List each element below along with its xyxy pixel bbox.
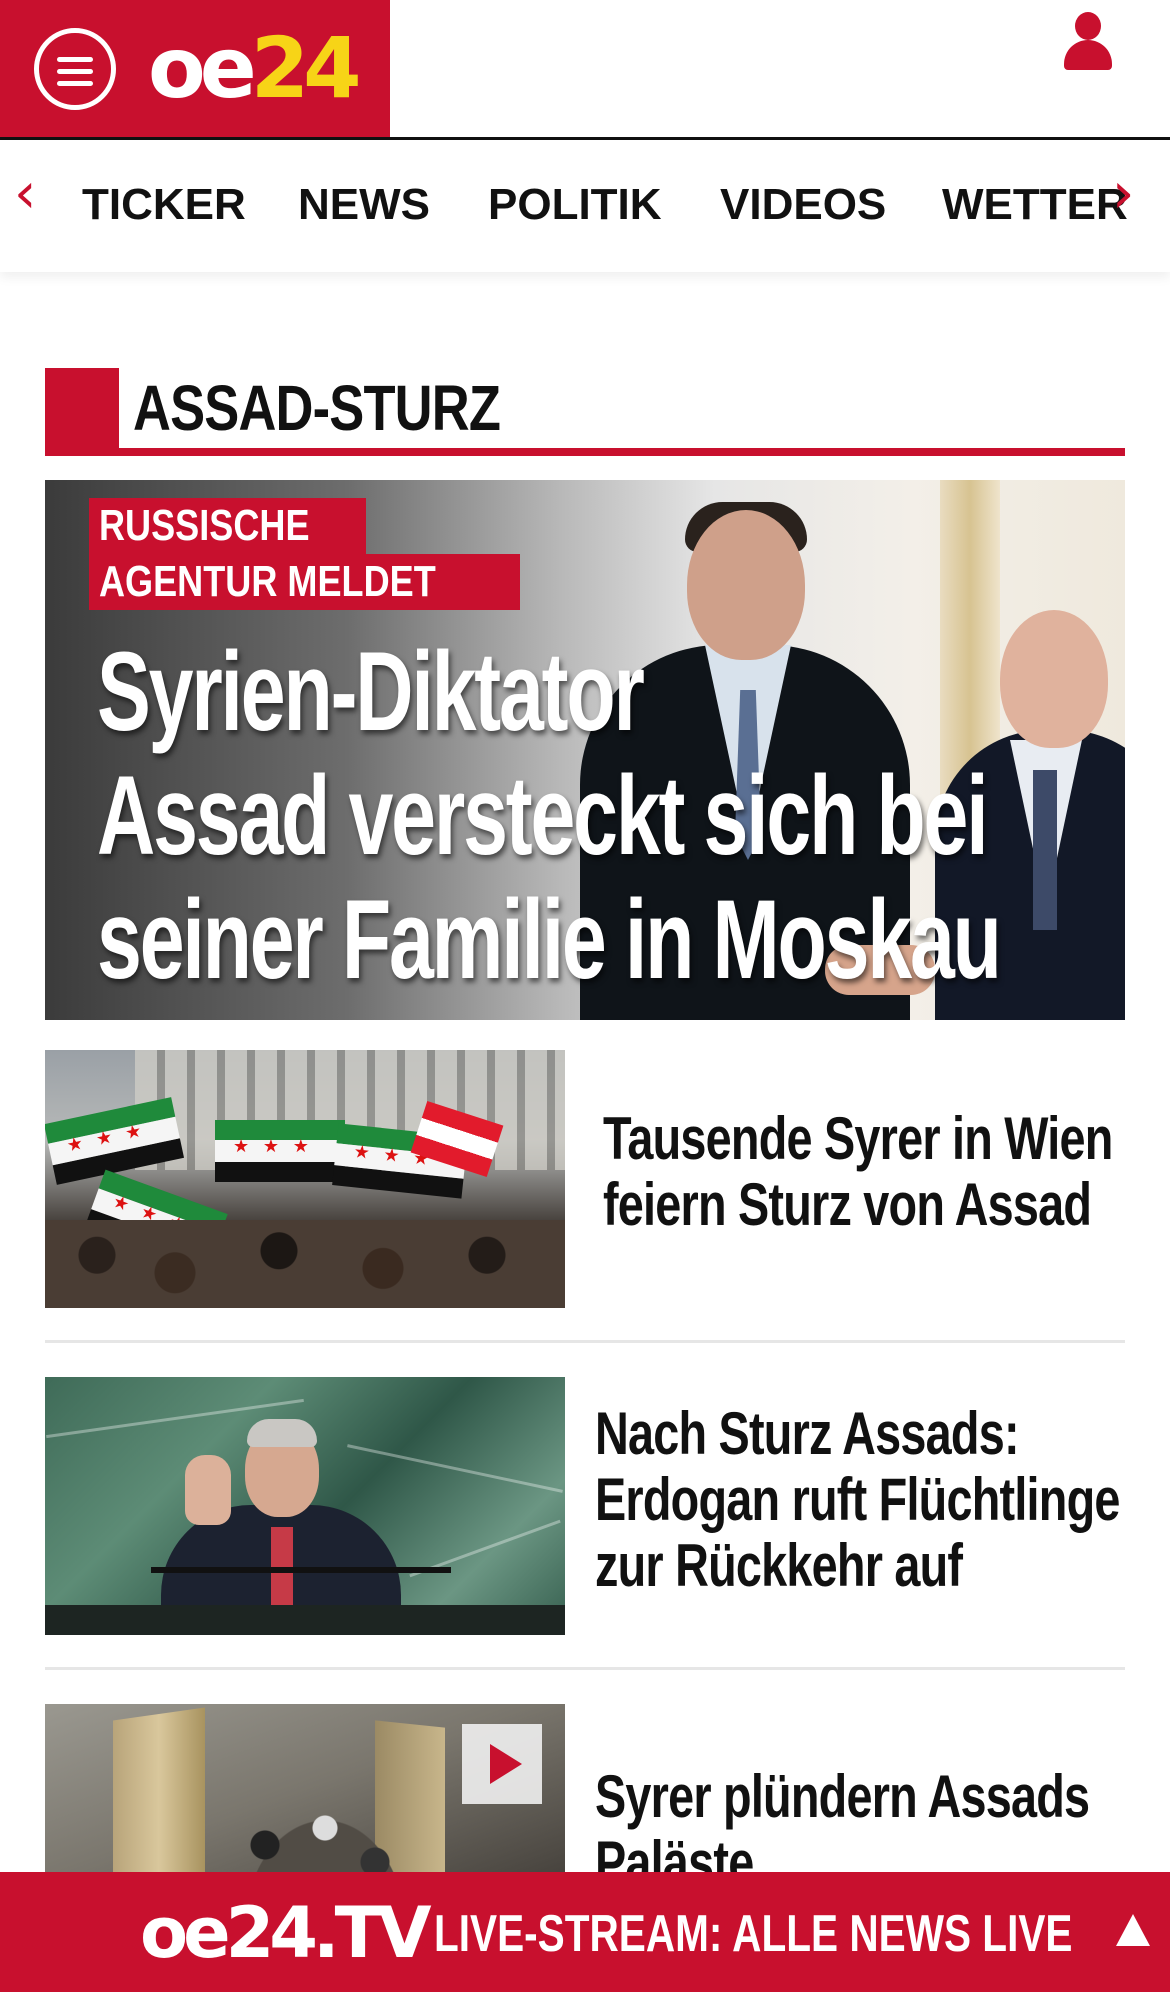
tv-logo: oe24.TV bbox=[140, 1892, 431, 1974]
article-title-line: Syrer plündern Assads bbox=[595, 1763, 1090, 1830]
thumbnail-flag bbox=[215, 1120, 345, 1182]
thumbnail-desk bbox=[45, 1605, 565, 1635]
live-stream-text: LIVE-STREAM: ALLE NEWS LIVE bbox=[434, 1905, 1073, 1963]
article-title[interactable]: Nach Sturz Assads: Erdogan ruft Flüchtli… bbox=[595, 1401, 1125, 1599]
section-title[interactable]: ASSAD-STURZ bbox=[133, 372, 501, 444]
kicker-line: AGENTUR MELDET bbox=[89, 554, 520, 610]
article-title-line: zur Rückkehr auf bbox=[595, 1532, 963, 1599]
play-icon[interactable] bbox=[462, 1724, 542, 1804]
article-title-line: Tausende Syrer in Wien bbox=[603, 1105, 1113, 1172]
tab-videos[interactable]: VIDEOS bbox=[720, 180, 886, 230]
article-thumbnail[interactable] bbox=[45, 1050, 565, 1308]
section-heading: ASSAD-STURZ bbox=[45, 368, 1125, 456]
logo-24: 24 bbox=[250, 19, 362, 117]
arrow-up-icon[interactable] bbox=[1116, 1914, 1150, 1946]
article-title[interactable]: Tausende Syrer in Wien feiern Sturz von … bbox=[603, 1106, 1133, 1238]
article-title-line: Erdogan ruft Flüchtlinge bbox=[595, 1466, 1120, 1533]
divider bbox=[45, 1340, 1125, 1343]
section-underline bbox=[45, 448, 1125, 456]
thumbnail-flag bbox=[45, 1097, 185, 1185]
menu-bar bbox=[57, 57, 93, 62]
article-item[interactable]: Nach Sturz Assads: Erdogan ruft Flüchtli… bbox=[45, 1377, 1125, 1635]
thumbnail-hair bbox=[247, 1419, 317, 1447]
hero-headline[interactable]: Syrien-Diktator Assad versteckt sich bei… bbox=[97, 630, 1097, 1002]
tab-politik[interactable]: POLITIK bbox=[488, 180, 662, 230]
hamburger-menu-icon[interactable] bbox=[34, 28, 116, 110]
chevron-left-icon[interactable]: ‹ bbox=[14, 164, 36, 224]
kicker-text: AGENTUR MELDET bbox=[99, 557, 436, 606]
thumbnail-crowd bbox=[45, 1220, 565, 1308]
hero-headline-line: Assad versteckt sich bei bbox=[97, 753, 989, 878]
thumbnail-hand bbox=[185, 1455, 231, 1525]
article-thumbnail[interactable] bbox=[45, 1377, 565, 1635]
kicker-text: RUSSISCHE bbox=[99, 501, 310, 550]
site-header: oe 24 bbox=[0, 0, 1170, 140]
menu-bar bbox=[57, 81, 93, 86]
hero-headline-line: seiner Familie in Moskau bbox=[97, 877, 1002, 1002]
tab-wetter[interactable]: WETTER bbox=[942, 180, 1128, 230]
article-title-line: feiern Sturz von Assad bbox=[603, 1171, 1092, 1238]
user-icon[interactable] bbox=[1060, 12, 1116, 74]
live-stream-label: LIVE-STREAM: ALLE NEWS LIVE bbox=[434, 1904, 1170, 1964]
brand-block: oe 24 bbox=[0, 0, 390, 137]
user-icon-head bbox=[1075, 12, 1101, 40]
category-nav: ‹ TICKER NEWS POLITIK VIDEOS WETTER › bbox=[0, 140, 1170, 272]
logo-oe: oe bbox=[148, 19, 257, 117]
tab-ticker[interactable]: TICKER bbox=[82, 180, 246, 230]
section-accent-block bbox=[45, 368, 119, 456]
site-logo[interactable]: oe 24 bbox=[148, 18, 362, 118]
kicker-line: RUSSISCHE bbox=[89, 498, 366, 554]
hero-article[interactable]: RUSSISCHE AGENTUR MELDET Syrien-Diktator… bbox=[45, 480, 1125, 1020]
thumbnail-marble-vein bbox=[347, 1444, 563, 1493]
menu-bar bbox=[57, 69, 93, 74]
tab-news[interactable]: NEWS bbox=[298, 180, 430, 230]
live-stream-bar[interactable]: oe24.TV LIVE-STREAM: ALLE NEWS LIVE bbox=[0, 1872, 1170, 1992]
article-title-line: Nach Sturz Assads: bbox=[595, 1400, 1020, 1467]
article-item[interactable]: Tausende Syrer in Wien feiern Sturz von … bbox=[45, 1050, 1125, 1308]
user-icon-body bbox=[1064, 40, 1112, 70]
chevron-right-icon[interactable]: › bbox=[1112, 164, 1134, 224]
thumbnail-podium-rail bbox=[151, 1567, 451, 1573]
divider bbox=[45, 1667, 1125, 1670]
hero-headline-line: Syrien-Diktator bbox=[97, 629, 645, 754]
